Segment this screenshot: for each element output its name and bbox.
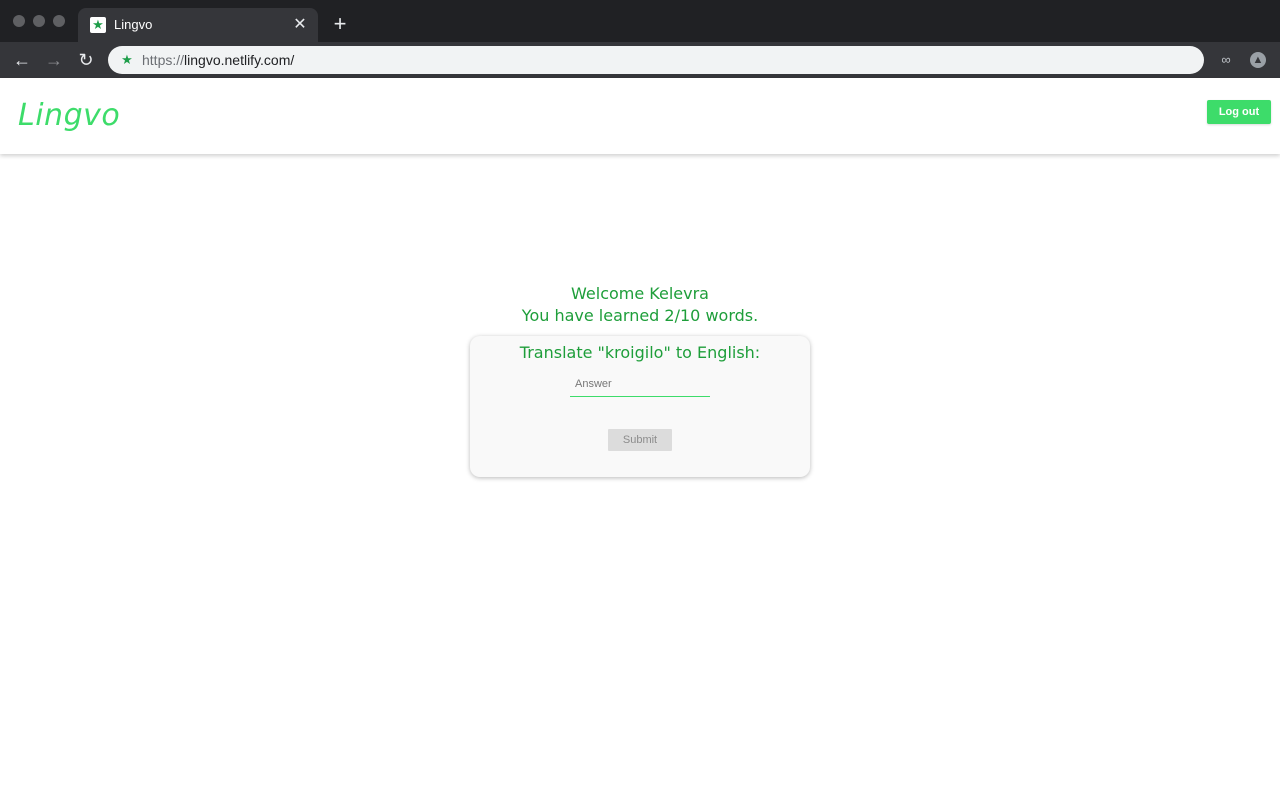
progress-text: You have learned 2/10 words. xyxy=(521,306,759,325)
welcome-greeting: Welcome Kelevra xyxy=(571,284,709,303)
browser-toolbar: ← → ↻ ★ https://lingvo.netlify.com/ ∞ ▲ xyxy=(0,42,1280,78)
close-icon[interactable]: ✕ xyxy=(292,15,308,35)
quiz-card: Translate "kroigilo" to English: Submit xyxy=(470,336,810,477)
address-bar[interactable]: ★ https://lingvo.netlify.com/ xyxy=(108,46,1204,74)
star-icon: ★ xyxy=(90,17,106,33)
url-host: lingvo.netlify.com/ xyxy=(184,52,295,68)
new-tab-button[interactable]: + xyxy=(330,12,350,36)
window-minimize-dot[interactable] xyxy=(33,15,45,27)
site-star-icon: ★ xyxy=(121,52,133,67)
window-maximize-dot[interactable] xyxy=(53,15,65,27)
window-close-dot[interactable] xyxy=(13,15,25,27)
logout-button[interactable]: Log out xyxy=(1207,100,1271,124)
app-header: Lingvo Log out xyxy=(0,78,1280,154)
submit-button[interactable]: Submit xyxy=(608,429,672,451)
forward-arrow-icon[interactable]: → xyxy=(42,48,66,72)
incognito-icon[interactable]: ∞ xyxy=(1218,52,1234,68)
profile-icon[interactable]: ▲ xyxy=(1250,52,1266,68)
back-arrow-icon[interactable]: ← xyxy=(10,48,34,72)
tab-title: Lingvo xyxy=(114,17,153,32)
logo[interactable]: Lingvo xyxy=(18,98,120,134)
quiz-prompt: Translate "kroigilo" to English: xyxy=(519,343,761,362)
reload-icon[interactable]: ↻ xyxy=(74,48,98,72)
url-text: https://lingvo.netlify.com/ xyxy=(142,52,294,68)
answer-input[interactable] xyxy=(570,372,710,397)
browser-titlebar: ★ Lingvo ✕ + xyxy=(0,0,1280,42)
welcome-message: Welcome Kelevra You have learned 2/10 wo… xyxy=(0,283,1280,327)
url-scheme: https:// xyxy=(142,52,185,68)
browser-tab[interactable]: ★ Lingvo ✕ xyxy=(78,8,318,42)
